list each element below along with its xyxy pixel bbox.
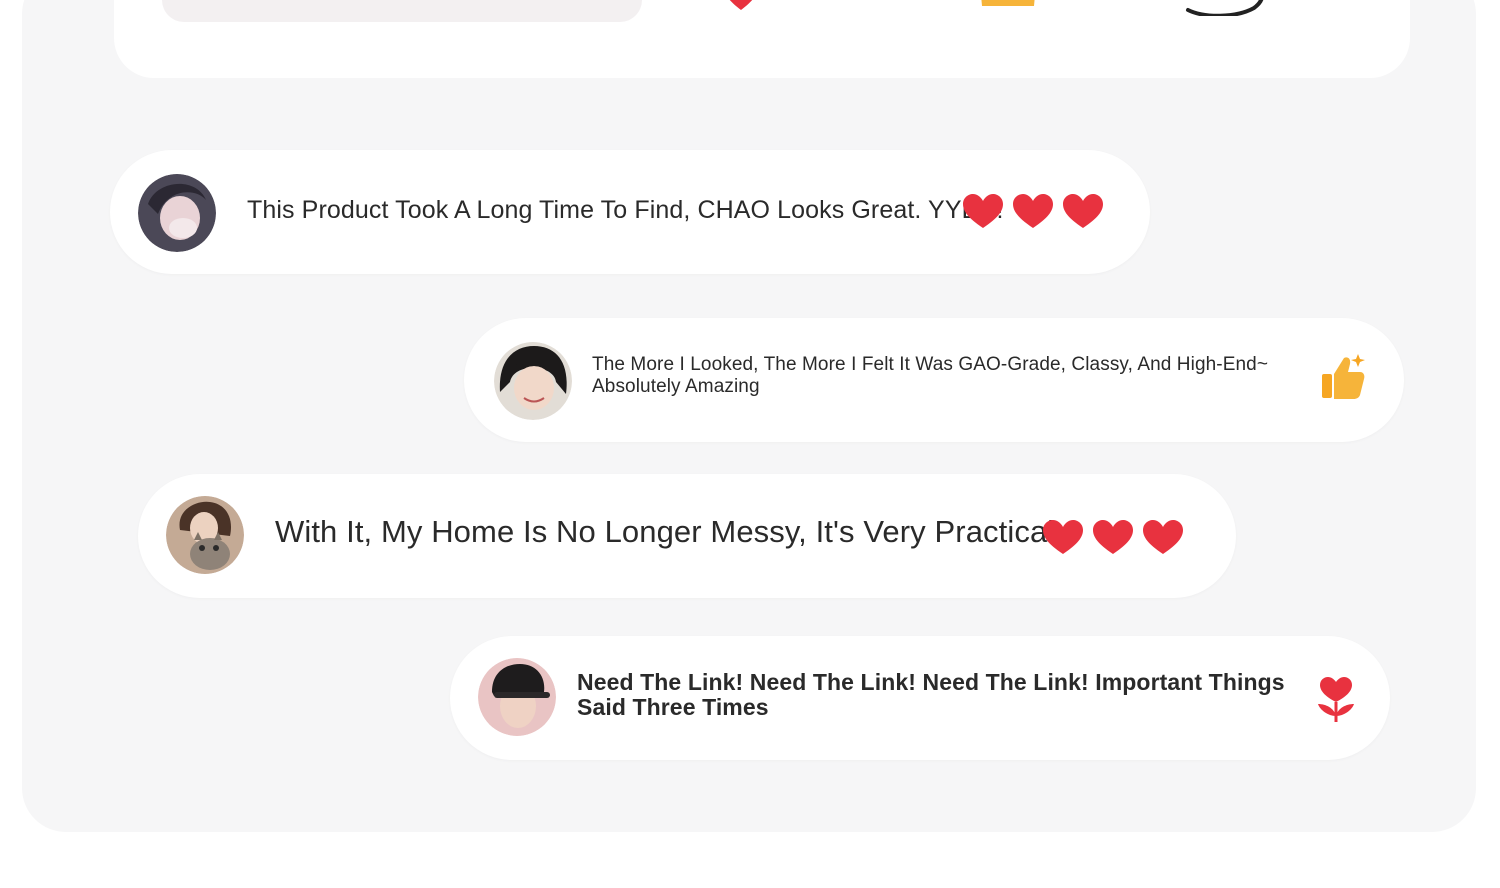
top-reaction-card xyxy=(114,0,1410,78)
comment-text: With It, My Home Is No Longer Messy, It'… xyxy=(275,514,1055,549)
emoji-row xyxy=(1318,352,1366,402)
emoji-row xyxy=(962,192,1104,230)
thumbs-up-icon xyxy=(1318,352,1366,402)
comment-bubble: This Product Took A Long Time To Find, C… xyxy=(110,150,1150,274)
heart-icon xyxy=(1092,518,1134,556)
heart-icon xyxy=(1042,518,1084,556)
avatar xyxy=(478,658,556,736)
comment-text: This Product Took A Long Time To Find, C… xyxy=(247,196,1004,224)
comment-bubble: The More I Looked, The More I Felt It Wa… xyxy=(464,318,1404,442)
avatar xyxy=(494,342,572,420)
comment-bubble: Need The Link! Need The Link! Need The L… xyxy=(450,636,1390,760)
heart-icon xyxy=(1012,192,1054,230)
rose-icon xyxy=(1314,676,1358,724)
comment-text: The More I Looked, The More I Felt It Wa… xyxy=(592,354,1269,397)
comment-input-bar[interactable] xyxy=(162,0,642,22)
heart-icon xyxy=(962,192,1004,230)
comment-bubble: With It, My Home Is No Longer Messy, It'… xyxy=(138,474,1236,598)
emoji-row xyxy=(1314,676,1358,724)
gift-icon[interactable] xyxy=(978,0,1038,6)
emoji-row xyxy=(1042,518,1184,556)
heart-icon[interactable] xyxy=(724,0,758,10)
heart-icon xyxy=(1142,518,1184,556)
avatar xyxy=(138,174,216,252)
comment-text: Need The Link! Need The Link! Need The L… xyxy=(577,669,1285,720)
heart-icon xyxy=(1062,192,1104,230)
avatar xyxy=(166,496,244,574)
chat-bubble-icon[interactable] xyxy=(1184,0,1264,16)
